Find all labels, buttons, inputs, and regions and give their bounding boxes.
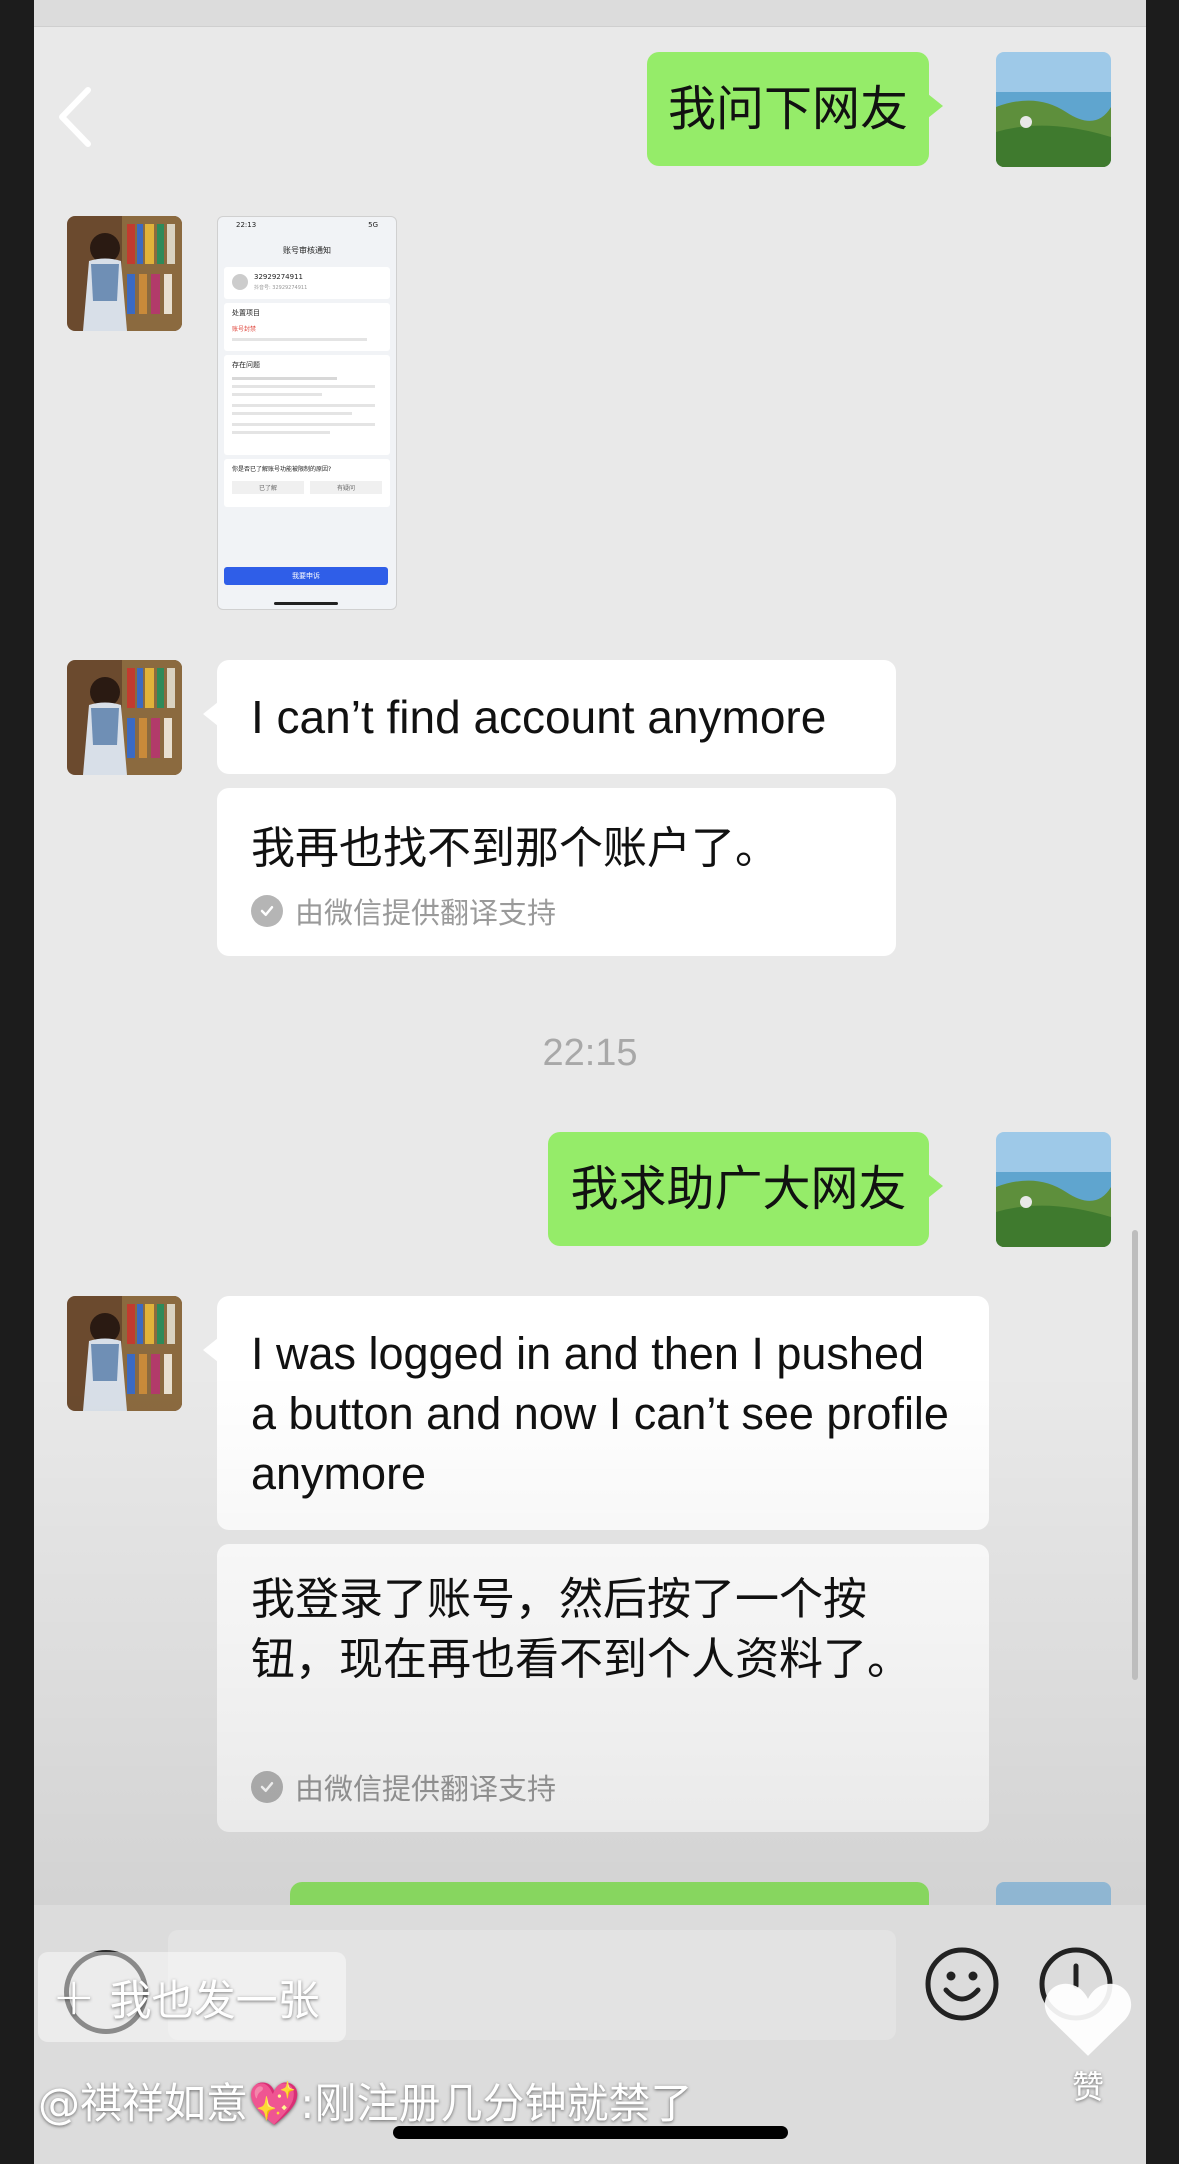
share-post-button[interactable]: + 我也发一张 (38, 1952, 346, 2042)
shot-title: 账号审核通知 (283, 246, 331, 255)
message-bubble-outgoing[interactable]: 我问下网友 (647, 52, 943, 166)
like-button[interactable]: 赞 (1038, 1978, 1138, 2108)
home-indicator (393, 2126, 788, 2139)
shot-option1: 已了解 (232, 481, 304, 494)
share-post-label: 我也发一张 (109, 1975, 320, 2025)
check-icon (251, 895, 283, 927)
translation-note: 由微信提供翻译支持 (251, 1766, 556, 1808)
top-divider (34, 0, 1146, 27)
shot-status-red: 账号封禁 (232, 326, 257, 333)
heart-icon (1044, 1983, 1132, 2056)
message-bubble-incoming[interactable]: I was logged in and then I pushed a butt… (203, 1296, 989, 1530)
shot-status: 5G (368, 221, 378, 229)
shot-section2: 存在问题 (232, 361, 260, 369)
friend-avatar[interactable] (67, 216, 182, 331)
shot-appeal-button: 我要申诉 (224, 567, 388, 585)
check-icon (251, 1771, 283, 1803)
my-avatar[interactable] (996, 52, 1111, 167)
translation-note: 由微信提供翻译支持 (251, 890, 556, 932)
translation-note-text: 由微信提供翻译支持 (295, 896, 557, 930)
translation-text: 我登录了账号，然后按了一个按钮，现在再也看不到个人资料了。 (251, 1574, 911, 1685)
message-bubble-incoming[interactable]: I can’t find account anymore (203, 660, 896, 774)
plus-icon: + (52, 1967, 96, 2027)
translation-bubble[interactable]: 我再也找不到那个账户了。 由微信提供翻译支持 (217, 788, 896, 956)
scrollbar[interactable] (1132, 1230, 1138, 1680)
chat-screen: 我问下网友 22:13 5G 账号审核通知 32929274911 抖音号: 3… (34, 0, 1146, 2164)
shot-time: 22:13 (236, 221, 257, 229)
like-label: 赞 (1071, 2068, 1104, 2106)
translation-note-text: 由微信提供翻译支持 (295, 1772, 557, 1806)
back-chevron-icon[interactable] (48, 82, 108, 152)
message-text: I was logged in and then I pushed a butt… (251, 1328, 949, 1499)
message-text: 我求助广大网友 (570, 1161, 907, 1217)
shot-section1: 处置项目 (232, 309, 260, 317)
friend-avatar[interactable] (67, 660, 182, 775)
my-avatar[interactable] (996, 1132, 1111, 1247)
chat-timestamp: 22:15 (542, 1032, 638, 1074)
translation-bubble[interactable]: 我登录了账号，然后按了一个按钮，现在再也看不到个人资料了。 由微信提供翻译支持 (217, 1544, 989, 1832)
shot-option2: 有疑问 (310, 481, 382, 494)
emoji-icon[interactable] (924, 1946, 1000, 2022)
message-text: 我问下网友 (667, 81, 908, 137)
shot-question: 你是否已了解账号功能被限制的原因? (232, 466, 332, 473)
translation-text: 我再也找不到那个账户了。 (251, 823, 779, 874)
friend-avatar[interactable] (67, 1296, 182, 1411)
message-bubble-outgoing[interactable]: 我求助广大网友 (548, 1132, 943, 1246)
shot-sub-id: 抖音号: 32929274911 (254, 285, 308, 291)
message-text: I can’t find account anymore (251, 691, 827, 743)
post-caption: @祺祥如意💖:刚注册几分钟就禁了 (38, 2079, 693, 2128)
shared-screenshot-image[interactable]: 22:13 5G 账号审核通知 32929274911 抖音号: 3292927… (217, 216, 397, 610)
shot-account-id: 32929274911 (254, 273, 303, 281)
